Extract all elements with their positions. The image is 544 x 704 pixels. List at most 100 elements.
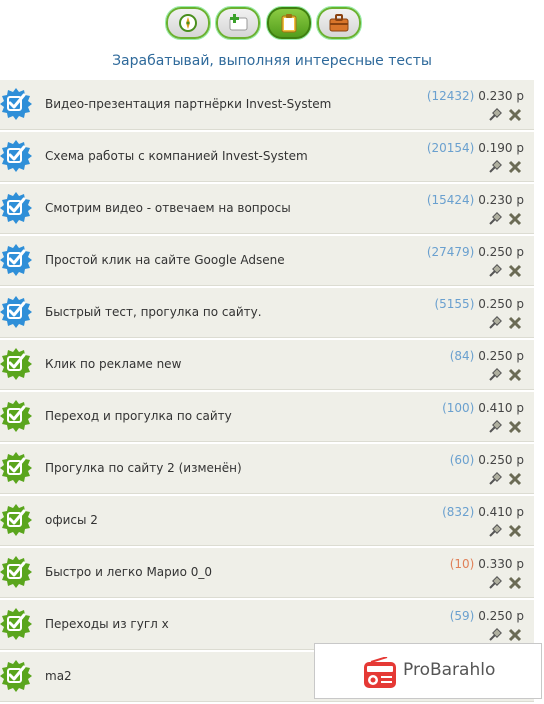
pin-icon[interactable] — [488, 315, 502, 329]
task-actions — [488, 627, 522, 642]
task-meta: (15424) 0.230 р — [427, 193, 524, 207]
task-price: 0.250 р — [478, 349, 524, 363]
task-row[interactable]: Быстрый тест, прогулка по сайту. (5155) … — [0, 288, 534, 338]
nav-add-button[interactable] — [215, 6, 261, 40]
delete-icon[interactable] — [508, 575, 522, 590]
pin-icon[interactable] — [488, 471, 502, 485]
task-actions — [488, 211, 522, 226]
task-meta: (20154) 0.190 р — [427, 141, 524, 155]
task-title[interactable]: Переход и прогулка по сайту — [45, 409, 232, 423]
task-actions — [488, 419, 522, 434]
task-meta: (27479) 0.250 р — [427, 245, 524, 259]
task-title[interactable]: Видео-презентация партнёрки Invest-Syste… — [45, 97, 331, 111]
task-count: (20154) — [426, 141, 475, 155]
task-price: 0.250 р — [478, 453, 524, 467]
pin-icon[interactable] — [488, 107, 502, 121]
pin-icon[interactable] — [488, 367, 502, 381]
task-check-badge-icon — [0, 244, 32, 276]
delete-icon[interactable] — [508, 107, 522, 122]
task-title[interactable]: Быстрый тест, прогулка по сайту. — [45, 305, 262, 319]
task-check-badge-icon — [0, 504, 32, 536]
delete-icon[interactable] — [508, 315, 522, 330]
task-row[interactable]: Прогулка по сайту 2 (изменён) (60) 0.250… — [0, 444, 534, 494]
task-check-badge-icon — [0, 400, 32, 432]
delete-icon[interactable] — [508, 367, 522, 382]
clipboard-icon — [281, 14, 297, 33]
pin-icon[interactable] — [488, 523, 502, 537]
delete-icon[interactable] — [508, 419, 522, 434]
task-actions — [488, 263, 522, 278]
probarahlo-text: ProBarahlo — [403, 660, 496, 680]
task-price: 0.250 р — [478, 297, 524, 311]
task-count: (59) — [449, 609, 475, 623]
task-check-badge-icon — [0, 608, 32, 640]
task-list: Видео-презентация партнёрки Invest-Syste… — [0, 80, 534, 704]
task-price: 0.410 р — [478, 505, 524, 519]
probarahlo-label: ProBarahlo — [403, 660, 495, 680]
top-navigation — [0, 6, 544, 40]
task-title[interactable]: Прогулка по сайту 2 (изменён) — [45, 461, 242, 475]
task-price: 0.410 р — [478, 401, 524, 415]
radio-logo-icon — [364, 657, 396, 688]
delete-icon[interactable] — [508, 523, 522, 538]
task-count: (832) — [442, 505, 475, 519]
task-price: 0.250 р — [478, 245, 524, 259]
pin-icon[interactable] — [488, 211, 502, 225]
task-meta: (5155) 0.250 р — [434, 297, 524, 311]
task-meta: (60) 0.250 р — [450, 453, 524, 467]
nav-tests-button[interactable] — [266, 6, 312, 40]
delete-icon[interactable] — [508, 627, 522, 642]
delete-icon[interactable] — [508, 471, 522, 486]
task-meta: (832) 0.410 р — [442, 505, 524, 519]
task-row[interactable]: Простой клик на сайте Google Adsene (274… — [0, 236, 534, 286]
pin-icon[interactable] — [488, 575, 502, 589]
nav-compass-button[interactable] — [165, 6, 211, 40]
pin-icon[interactable] — [488, 159, 502, 173]
task-count: (27479) — [426, 245, 475, 259]
task-title[interactable]: Простой клик на сайте Google Adsene — [45, 253, 285, 267]
task-check-badge-icon — [0, 140, 32, 172]
task-count: (84) — [449, 349, 475, 363]
task-row[interactable]: Быстро и легко Марио 0_0 (10) 0.330 р — [0, 548, 534, 598]
task-check-badge-icon — [0, 192, 32, 224]
task-count: (15424) — [426, 193, 475, 207]
pin-icon[interactable] — [488, 263, 502, 277]
pin-icon[interactable] — [488, 627, 502, 641]
task-meta: (12432) 0.230 р — [427, 89, 524, 103]
task-actions — [488, 575, 522, 590]
task-count: (10) — [449, 557, 475, 571]
task-meta: (100) 0.410 р — [442, 401, 524, 415]
delete-icon[interactable] — [508, 263, 522, 278]
task-row[interactable]: Схема работы с компанией Invest-System (… — [0, 132, 534, 182]
task-title[interactable]: ma2 — [45, 669, 72, 683]
task-count: (60) — [449, 453, 475, 467]
task-price: 0.190 р — [478, 141, 524, 155]
task-title[interactable]: Схема работы с компанией Invest-System — [45, 149, 308, 163]
task-count: (5155) — [434, 297, 475, 311]
delete-icon[interactable] — [508, 211, 522, 226]
task-actions — [488, 107, 522, 122]
task-row[interactable]: Переход и прогулка по сайту (100) 0.410 … — [0, 392, 534, 442]
task-meta: (84) 0.250 р — [450, 349, 524, 363]
task-title[interactable]: офисы 2 — [45, 513, 98, 527]
task-actions — [488, 367, 522, 382]
task-row[interactable]: Видео-презентация партнёрки Invest-Syste… — [0, 80, 534, 130]
delete-icon[interactable] — [508, 159, 522, 174]
task-title[interactable]: Смотрим видео - отвечаем на вопросы — [45, 201, 291, 215]
task-row[interactable]: Клик по рекламе new (84) 0.250 р — [0, 340, 534, 390]
task-row[interactable]: Смотрим видео - отвечаем на вопросы (154… — [0, 184, 534, 234]
nav-portfolio-button[interactable] — [316, 6, 362, 40]
task-row[interactable]: офисы 2 (832) 0.410 р — [0, 496, 534, 546]
compass-icon — [179, 14, 197, 32]
task-check-badge-icon — [0, 556, 32, 588]
page-heading: Зарабатывай, выполняя интересные тесты — [112, 53, 432, 69]
task-title[interactable]: Переходы из гугл х — [45, 617, 169, 631]
task-price: 0.330 р — [478, 557, 524, 571]
task-check-badge-icon — [0, 660, 32, 692]
task-title[interactable]: Быстро и легко Марио 0_0 — [45, 565, 212, 579]
briefcase-icon — [329, 14, 349, 32]
task-price: 0.230 р — [478, 193, 524, 207]
task-title[interactable]: Клик по рекламе new — [45, 357, 181, 371]
add-page-icon — [229, 14, 248, 31]
pin-icon[interactable] — [488, 419, 502, 433]
